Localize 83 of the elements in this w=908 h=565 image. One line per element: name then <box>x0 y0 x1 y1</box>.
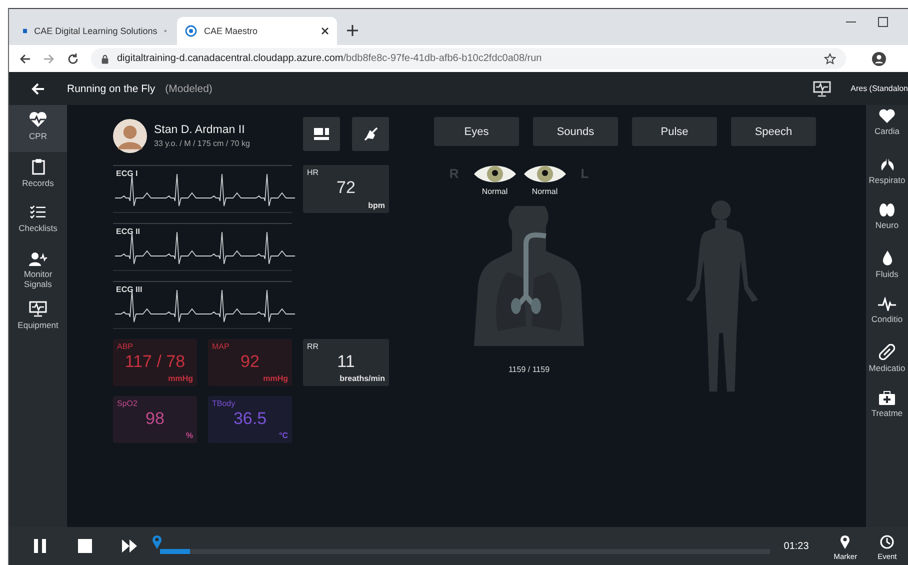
fast-forward-icon <box>122 539 138 553</box>
vital-unit: mmHg <box>168 374 193 383</box>
first-aid-kit-icon <box>879 391 895 405</box>
eye-status: Normal <box>532 187 558 196</box>
exam-button[interactable]: Speech <box>731 117 816 146</box>
nav-item[interactable]: CPR <box>9 105 67 152</box>
nav-item[interactable]: Records <box>9 152 67 199</box>
vital-unit: % <box>186 431 193 440</box>
vital-label: SpO2 <box>117 399 138 408</box>
monitor-icon[interactable] <box>812 80 831 96</box>
nav-item[interactable]: Equipment <box>9 295 67 342</box>
vital-label: TBody <box>212 399 236 408</box>
ecg-label: ECG II <box>116 227 140 236</box>
elapsed-time: 01:23 <box>784 540 810 552</box>
scenario-title: Running on the Fly <box>67 82 156 94</box>
brain-icon <box>879 203 895 217</box>
location-pin-icon <box>840 535 850 549</box>
vital-value: 117 / 78 <box>124 352 186 372</box>
browser-tab[interactable]: CAE Maestro <box>177 17 337 45</box>
new-tab-icon[interactable] <box>347 25 358 36</box>
person-signal-icon <box>28 252 48 266</box>
stop-icon <box>78 539 92 553</box>
checklist-icon <box>29 205 47 220</box>
heart-pulse-icon <box>28 111 48 128</box>
vital-label: HR <box>307 168 319 177</box>
location-pin-icon[interactable] <box>152 534 162 548</box>
nav-item[interactable]: Neuro <box>866 203 908 246</box>
maximize-icon[interactable] <box>878 17 888 27</box>
browser-tab[interactable]: CAE Digital Learning Solutions <box>15 17 175 45</box>
nav-item[interactable]: Respirato <box>866 156 908 199</box>
circle-logo-icon <box>185 25 197 37</box>
back-arrow-icon[interactable] <box>19 52 31 64</box>
reload-icon[interactable] <box>67 52 79 64</box>
nav-item[interactable]: Fluids <box>866 250 908 293</box>
nav-item[interactable]: Checklists <box>9 199 67 246</box>
vital-value: 36.5 <box>232 409 268 429</box>
vital-label: MAP <box>212 342 230 351</box>
nav-item[interactable]: Cardia <box>866 109 908 152</box>
mute-alarm-button[interactable] <box>352 117 389 151</box>
exam-button[interactable]: Eyes <box>434 117 519 146</box>
nav-item[interactable]: Monitor Signals <box>9 246 67 295</box>
vital-unit: breaths/min <box>340 374 385 383</box>
tab-title: CAE Digital Learning Solutions <box>34 26 158 36</box>
scenario-mode: (Modeled) <box>165 82 212 94</box>
layout-icon <box>314 128 330 140</box>
star-icon[interactable] <box>824 52 836 64</box>
pause-icon <box>34 539 46 553</box>
eye-status: Normal <box>482 187 508 196</box>
monitor-icon <box>29 301 47 317</box>
vital-unit: bpm <box>368 201 385 210</box>
airway-reading: 1159 / 1159 <box>508 365 550 374</box>
clipboard-icon <box>32 158 44 175</box>
close-icon[interactable] <box>321 27 329 35</box>
patient-name: Stan D. Ardman II <box>154 124 246 136</box>
vital-value: 98 <box>144 409 166 429</box>
clock-icon <box>880 535 894 549</box>
timeline-track[interactable] <box>160 548 770 554</box>
layout-button[interactable] <box>303 117 340 151</box>
address-field[interactable]: digitaltraining-d.canadacentral.cloudapp.azure.com/bdb8fe8c-97fe-41db-afb6-b10c2fdc0a08/run <box>91 48 846 69</box>
avatar <box>113 119 147 153</box>
ecg-label: ECG III <box>116 285 142 294</box>
vital-label: RR <box>307 342 319 351</box>
nav-item[interactable]: Treatme <box>866 391 908 434</box>
lock-icon <box>101 54 109 64</box>
heart-icon <box>879 109 895 123</box>
patient-details: 33 y.o. / M / 175 cm / 70 kg <box>154 139 250 148</box>
url-text: digitaltraining-d.canadacentral.cloudapp.azure.com/bdb8fe8c-97fe-41db-afb6-b10c2fdc0a08/run <box>117 53 542 64</box>
exam-button[interactable]: Sounds <box>533 117 618 146</box>
nav-item[interactable]: Medicatio <box>866 344 908 387</box>
vital-unit: mmHg <box>263 374 288 383</box>
pulse-icon <box>878 297 896 311</box>
vital-value: 11 <box>336 352 356 372</box>
account-icon[interactable] <box>872 52 886 66</box>
drop-icon <box>882 250 892 266</box>
ecg-label: ECG I <box>116 169 138 178</box>
vital-label: ABP <box>117 342 134 351</box>
exam-button[interactable]: Pulse <box>632 117 717 146</box>
device-name[interactable]: Ares (Standalon <box>850 84 908 93</box>
vital-value: 72 <box>336 178 356 198</box>
vital-value: 92 <box>240 352 260 372</box>
nav-item[interactable]: Conditio <box>866 297 908 340</box>
tab-title: CAE Maestro <box>204 26 259 36</box>
vital-unit: °C <box>279 431 288 440</box>
